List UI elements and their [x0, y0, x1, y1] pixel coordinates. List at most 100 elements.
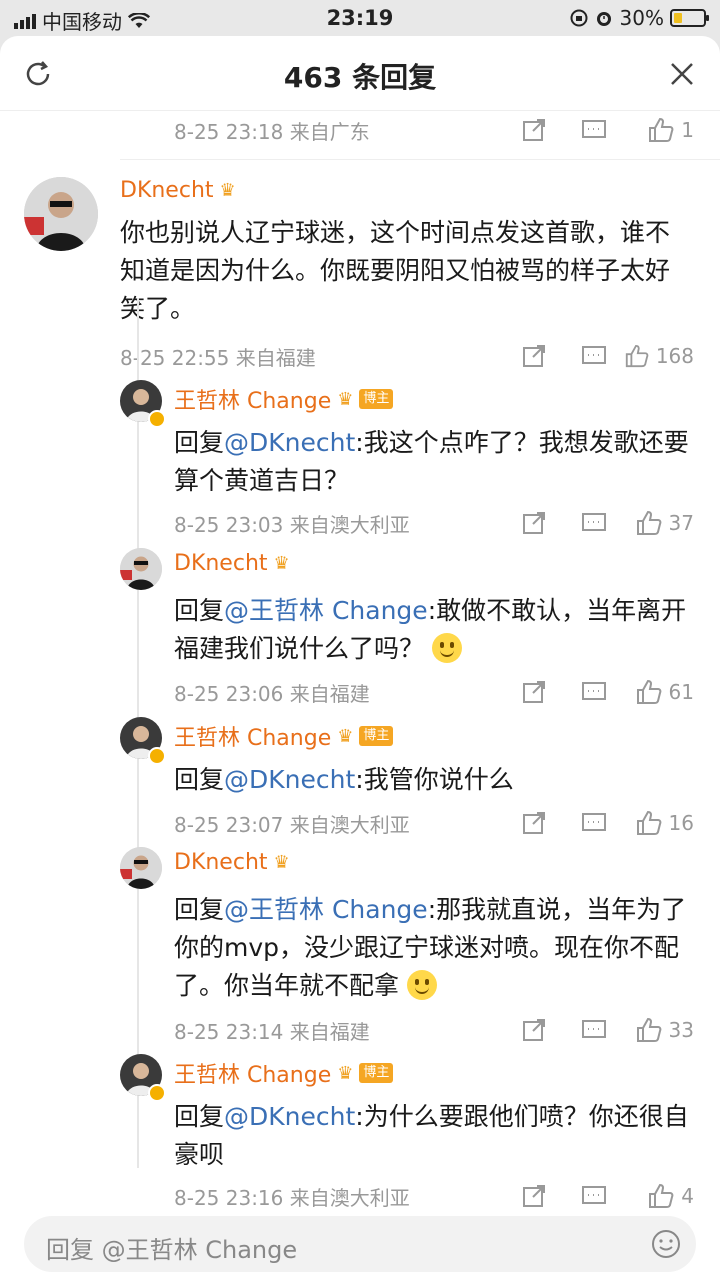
crown-icon: ♛: [337, 388, 354, 410]
share-button[interactable]: [504, 810, 564, 836]
like-count: 61: [668, 680, 694, 704]
meta-text: 8-25 23:06 来自福建: [174, 681, 370, 706]
comment-icon: [582, 513, 606, 531]
lock-icon: [570, 9, 588, 27]
username[interactable]: DKnecht ♛: [120, 178, 236, 203]
comment-actions: 168: [504, 336, 694, 376]
crown-icon: ♛: [337, 1062, 354, 1084]
avatar[interactable]: [120, 548, 162, 590]
meta-text: 8-25 23:14 来自福建: [174, 1019, 370, 1044]
share-button[interactable]: [504, 510, 564, 536]
username-text: DKnecht: [174, 850, 268, 875]
comment-icon: [582, 682, 606, 700]
like-icon: [636, 510, 661, 535]
emoji-icon[interactable]: [650, 1228, 682, 1260]
reply-input[interactable]: 回复 @王哲林 Change: [24, 1216, 696, 1272]
verified-icon: [148, 747, 166, 765]
comment-icon: [582, 346, 606, 364]
like-button[interactable]: 37: [624, 509, 694, 537]
username-text: 王哲林 Change: [174, 1063, 332, 1088]
mention-link[interactable]: @王哲林 Change: [224, 895, 428, 924]
status-bar: 中国移动 23:19 30%: [0, 0, 720, 36]
comment-text: 你也别说人辽宁球迷，这个时间点发这首歌，谁不知道是因为什么。你既要阴阳又怕被骂的…: [120, 218, 671, 323]
like-count: 168: [655, 344, 694, 368]
comment-button[interactable]: [564, 510, 624, 536]
comment-button[interactable]: [564, 1183, 624, 1209]
comment-button[interactable]: [564, 1017, 624, 1043]
share-icon: [523, 1185, 545, 1207]
comment-icon: [582, 1186, 606, 1204]
like-count: 33: [668, 1018, 694, 1042]
comment-button[interactable]: [564, 810, 624, 836]
share-button[interactable]: [504, 117, 564, 143]
mention-link[interactable]: @DKnecht: [224, 1102, 355, 1131]
share-icon: [523, 812, 545, 834]
meta-text: 8-25 23:16 来自澳大利亚: [174, 1185, 410, 1210]
username[interactable]: 王哲林 Change ♛ 博主: [174, 383, 394, 415]
prev-actions: 1: [504, 110, 694, 150]
like-button[interactable]: 16: [624, 809, 694, 837]
crown-icon: ♛: [273, 852, 290, 873]
crown-icon: ♛: [273, 553, 290, 574]
comment-button[interactable]: [564, 679, 624, 705]
reply-meta: 8-25 23:16 来自澳大利亚: [174, 1176, 410, 1216]
reply-prefix: 回复: [174, 596, 225, 625]
like-button[interactable]: 33: [624, 1016, 694, 1044]
username[interactable]: DKnecht ♛: [174, 850, 290, 875]
reply-prefix: 回复: [174, 1102, 225, 1131]
share-button[interactable]: [504, 1183, 564, 1209]
blogger-badge: 博主: [359, 726, 394, 746]
like-count: 16: [668, 811, 694, 835]
comment-button[interactable]: [564, 343, 624, 369]
smile-emoji-icon: [431, 633, 462, 663]
username[interactable]: 王哲林 Change ♛ 博主: [174, 1057, 394, 1089]
like-button[interactable]: 168: [624, 342, 694, 370]
crown-icon: ♛: [337, 725, 354, 747]
comment-icon: [582, 120, 606, 138]
avatar[interactable]: [120, 847, 162, 889]
username-text: 王哲林 Change: [174, 389, 332, 414]
crown-icon: ♛: [219, 180, 236, 201]
share-button[interactable]: [504, 1017, 564, 1043]
reply-prefix: 回复: [174, 765, 225, 794]
like-button[interactable]: 61: [624, 678, 694, 706]
replies-sheet: 463 条回复 8-25 23:18 来自广东 1 DKnecht ♛ 你也别说…: [0, 36, 720, 1280]
comment-icon: [582, 813, 606, 831]
reply-body: :我管你说什么: [355, 765, 514, 794]
share-icon: [523, 1019, 545, 1041]
like-button[interactable]: 1: [624, 116, 694, 144]
username-text: DKnecht: [174, 551, 268, 576]
username[interactable]: DKnecht ♛: [174, 551, 290, 576]
avatar[interactable]: [24, 177, 98, 251]
comment-button[interactable]: [564, 117, 624, 143]
comment-icon: [582, 1020, 606, 1038]
like-icon: [636, 1017, 661, 1042]
prev-meta-text: 8-25 23:18 来自广东: [174, 119, 370, 144]
smile-emoji-icon: [406, 970, 437, 1000]
reply-meta: 8-25 23:03 来自澳大利亚: [174, 503, 410, 543]
username[interactable]: 王哲林 Change ♛ 博主: [174, 720, 394, 752]
blogger-badge: 博主: [359, 1063, 394, 1083]
share-icon: [523, 119, 545, 141]
share-button[interactable]: [504, 679, 564, 705]
divider: [120, 159, 720, 160]
like-icon: [636, 679, 661, 704]
mention-link[interactable]: @DKnecht: [224, 428, 355, 457]
mention-link[interactable]: @DKnecht: [224, 765, 355, 794]
like-button[interactable]: 4: [624, 1182, 694, 1210]
meta-text: 8-25 22:55 来自福建: [120, 345, 316, 370]
close-button[interactable]: [662, 54, 702, 94]
comment-meta: 8-25 22:55 来自福建: [120, 336, 316, 376]
alarm-icon: [596, 12, 611, 26]
mention-link[interactable]: @王哲林 Change: [224, 596, 428, 625]
share-button[interactable]: [504, 343, 564, 369]
like-icon: [636, 810, 661, 835]
like-icon: [625, 344, 649, 368]
reply-actions: 16: [504, 803, 694, 843]
share-icon: [523, 681, 545, 703]
share-icon: [523, 512, 545, 534]
close-icon: [671, 63, 693, 85]
page-title: 463 条回复: [283, 61, 437, 94]
reply-prefix: 回复: [174, 895, 225, 924]
battery-icon: [670, 9, 709, 27]
